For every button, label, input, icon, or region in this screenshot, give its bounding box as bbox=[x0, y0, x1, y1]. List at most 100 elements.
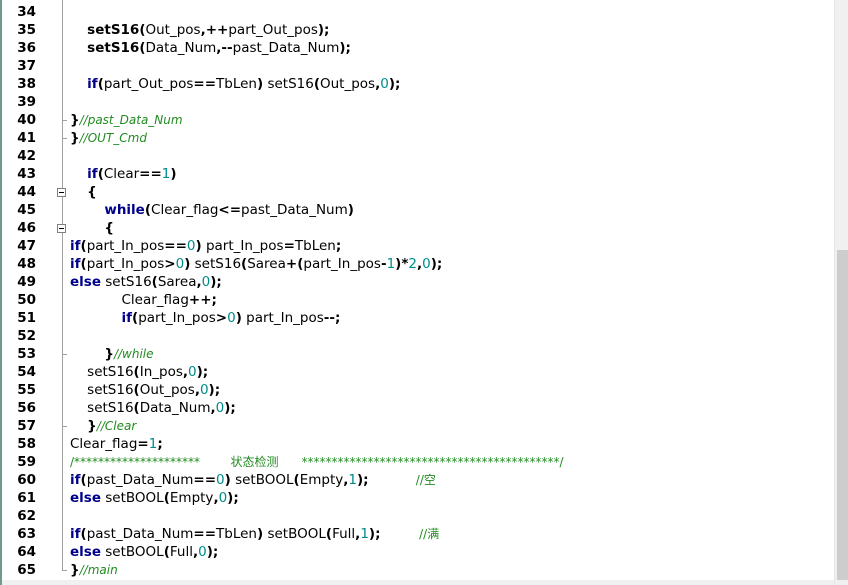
line-number: 59 bbox=[17, 454, 36, 470]
line-number: 47 bbox=[17, 238, 36, 254]
code-line[interactable]: 53 }//while bbox=[2, 345, 834, 363]
code-text[interactable]: { bbox=[70, 219, 114, 237]
code-line[interactable]: 61 else setBOOL(Empty,0); bbox=[2, 489, 834, 507]
line-number: 38 bbox=[17, 76, 36, 92]
code-line[interactable]: 55 setS16(Out_pos,0); bbox=[2, 381, 834, 399]
line-number: 60 bbox=[17, 472, 36, 488]
line-number: 43 bbox=[17, 166, 36, 182]
code-text[interactable]: Clear_flag=1; bbox=[70, 435, 163, 453]
code-line[interactable]: 51 if(part_In_pos>0) part_In_pos--; bbox=[2, 309, 834, 327]
line-number: 51 bbox=[17, 310, 36, 326]
code-line[interactable]: 43 if(Clear==1) bbox=[2, 165, 834, 183]
code-text[interactable]: { bbox=[70, 183, 97, 201]
code-line[interactable]: 49 else setS16(Sarea,0); bbox=[2, 273, 834, 291]
code-text[interactable]: }//OUT_Cmd bbox=[70, 129, 147, 147]
code-line[interactable]: 64 else setBOOL(Full,0); bbox=[2, 543, 834, 561]
code-line[interactable]: 47 if(part_In_pos==0) part_In_pos=TbLen; bbox=[2, 237, 834, 255]
code-line[interactable]: 37 bbox=[2, 57, 834, 75]
line-number: 55 bbox=[17, 382, 36, 398]
fold-end-marker bbox=[62, 354, 67, 355]
code-text[interactable]: if(past_Data_Num==0) setBOOL(Empty,1); /… bbox=[70, 471, 436, 489]
code-text[interactable]: }//Clear bbox=[70, 417, 136, 435]
code-text[interactable]: if(part_In_pos==0) part_In_pos=TbLen; bbox=[70, 237, 341, 255]
code-text[interactable]: else setBOOL(Empty,0); bbox=[70, 489, 239, 507]
line-number: 53 bbox=[17, 346, 36, 362]
line-number: 41 bbox=[17, 130, 36, 146]
code-line[interactable]: 62 bbox=[2, 507, 834, 525]
code-text[interactable]: setS16(Out_pos,0); bbox=[70, 381, 220, 399]
code-line[interactable]: 45 while(Clear_flag<=past_Data_Num) bbox=[2, 201, 834, 219]
line-number: 49 bbox=[17, 274, 36, 290]
code-text[interactable]: setS16(Data_Num,--past_Data_Num); bbox=[70, 39, 351, 57]
line-number: 34 bbox=[17, 4, 36, 20]
fold-end-marker bbox=[62, 120, 67, 121]
code-text[interactable]: setS16(Data_Num,0); bbox=[70, 399, 236, 417]
code-line[interactable]: 35 setS16(Out_pos,++part_Out_pos); bbox=[2, 21, 834, 39]
code-line[interactable]: 41 }//OUT_Cmd bbox=[2, 129, 834, 147]
line-number: 64 bbox=[17, 544, 36, 560]
line-number: 37 bbox=[17, 58, 36, 74]
code-text[interactable]: else setBOOL(Full,0); bbox=[70, 543, 218, 561]
code-line[interactable]: 36 setS16(Data_Num,--past_Data_Num); bbox=[2, 39, 834, 57]
code-line[interactable]: 52 bbox=[2, 327, 834, 345]
code-text[interactable]: /********************* 状态检测 ************… bbox=[70, 453, 564, 471]
line-number: 57 bbox=[17, 418, 36, 434]
code-text[interactable]: else setS16(Sarea,0); bbox=[70, 273, 222, 291]
fold-toggle-icon[interactable] bbox=[57, 188, 66, 197]
code-line[interactable]: 38 if(part_Out_pos==TbLen) setS16(Out_po… bbox=[2, 75, 834, 93]
code-text[interactable]: if(past_Data_Num==TbLen) setBOOL(Full,1)… bbox=[70, 525, 439, 543]
code-line[interactable]: 57 }//Clear bbox=[2, 417, 834, 435]
horizontal-scrollbar[interactable] bbox=[2, 580, 834, 585]
code-line[interactable]: 46 { bbox=[2, 219, 834, 237]
line-number: 56 bbox=[17, 400, 36, 416]
code-text[interactable]: Clear_flag++; bbox=[70, 291, 216, 309]
code-line[interactable]: 65 }//main bbox=[2, 561, 834, 579]
fold-toggle-icon[interactable] bbox=[57, 224, 66, 233]
code-text[interactable]: if(part_In_pos>0) part_In_pos--; bbox=[70, 309, 341, 327]
code-text[interactable]: setS16(Out_pos,++part_Out_pos); bbox=[70, 21, 329, 39]
line-number: 61 bbox=[17, 490, 36, 506]
code-line[interactable]: 63 if(past_Data_Num==TbLen) setBOOL(Full,… bbox=[2, 525, 834, 543]
code-line[interactable]: 50 Clear_flag++; bbox=[2, 291, 834, 309]
code-line[interactable]: 34 bbox=[2, 3, 834, 21]
line-number: 35 bbox=[17, 22, 36, 38]
code-line[interactable]: 39 bbox=[2, 93, 834, 111]
line-number: 54 bbox=[17, 364, 36, 380]
code-line[interactable]: 48 if(part_In_pos>0) setS16(Sarea+(part_I… bbox=[2, 255, 834, 273]
code-line[interactable]: 58 Clear_flag=1; bbox=[2, 435, 834, 453]
vertical-scrollbar[interactable] bbox=[834, 0, 848, 585]
code-line[interactable]: 44 { bbox=[2, 183, 834, 201]
line-number: 45 bbox=[17, 202, 36, 218]
line-number: 52 bbox=[17, 328, 36, 344]
line-number: 65 bbox=[17, 562, 36, 578]
line-number: 36 bbox=[17, 40, 36, 56]
line-number: 42 bbox=[17, 148, 36, 164]
line-number: 40 bbox=[17, 112, 36, 128]
fold-end-marker bbox=[62, 570, 67, 571]
code-text[interactable]: }//past_Data_Num bbox=[70, 111, 183, 129]
code-text[interactable]: if(part_In_pos>0) setS16(Sarea+(part_In_… bbox=[70, 255, 442, 273]
code-editor[interactable]: 34 35 setS16(Out_pos,++part_Out_pos); 36 s… bbox=[0, 0, 848, 585]
line-number: 63 bbox=[17, 526, 36, 542]
code-text[interactable]: while(Clear_flag<=past_Data_Num) bbox=[70, 201, 354, 219]
code-line[interactable]: 60 if(past_Data_Num==0) setBOOL(Empty,1);… bbox=[2, 471, 834, 489]
line-number: 44 bbox=[17, 184, 36, 200]
line-number: 50 bbox=[17, 292, 36, 308]
scrollbar-thumb[interactable] bbox=[837, 250, 848, 580]
code-text[interactable]: }//while bbox=[70, 345, 153, 363]
code-text[interactable]: setS16(In_pos,0); bbox=[70, 363, 208, 381]
fold-end-marker bbox=[62, 138, 67, 139]
code-line[interactable]: 42 bbox=[2, 147, 834, 165]
code-line[interactable]: 40 }//past_Data_Num bbox=[2, 111, 834, 129]
fold-end-marker bbox=[62, 426, 67, 427]
code-line[interactable]: 56 setS16(Data_Num,0); bbox=[2, 399, 834, 417]
code-line[interactable]: 59 /********************* 状态检测 **********… bbox=[2, 453, 834, 471]
code-text[interactable]: if(Clear==1) bbox=[70, 165, 176, 183]
line-number: 62 bbox=[17, 508, 36, 524]
line-number: 58 bbox=[17, 436, 36, 452]
code-text[interactable]: }//main bbox=[70, 561, 118, 579]
line-number: 46 bbox=[17, 220, 36, 236]
code-text[interactable]: if(part_Out_pos==TbLen) setS16(Out_pos,0… bbox=[70, 75, 400, 93]
code-line[interactable]: 54 setS16(In_pos,0); bbox=[2, 363, 834, 381]
line-number: 39 bbox=[17, 94, 36, 110]
